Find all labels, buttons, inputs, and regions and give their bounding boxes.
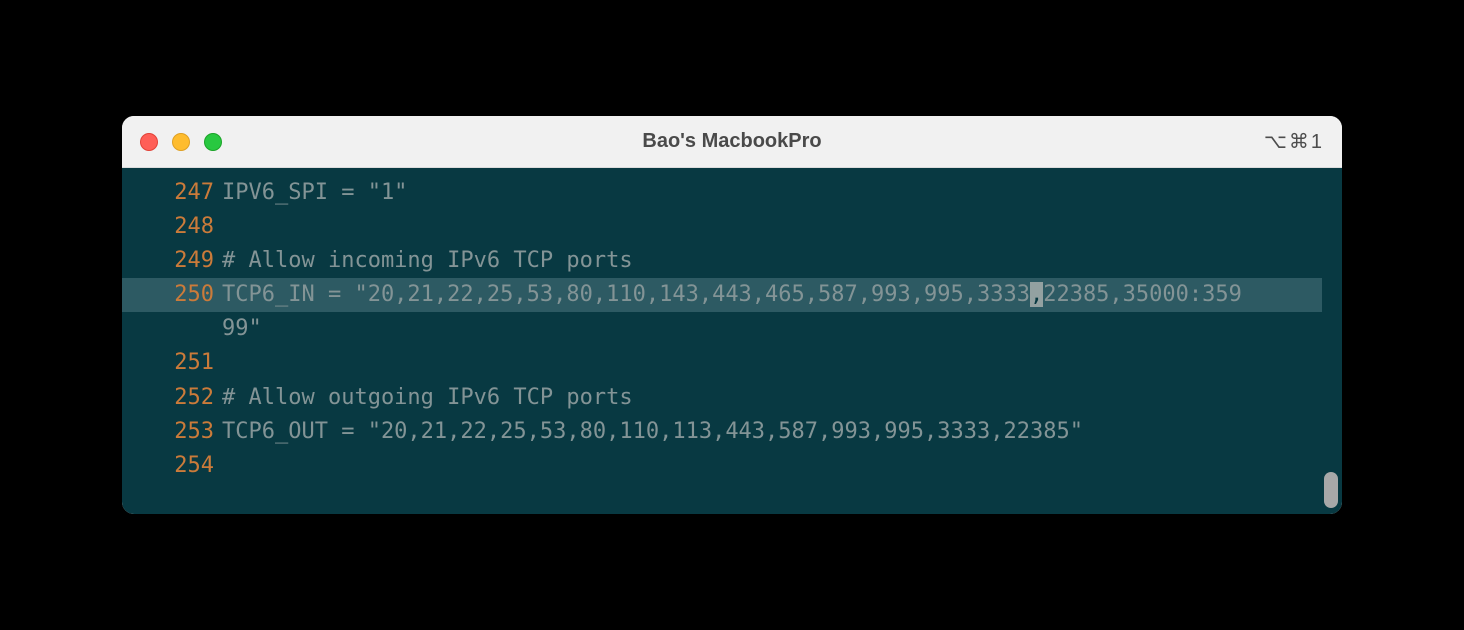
code-line-wrap: 99": [122, 312, 1322, 346]
code-text: # Allow outgoing IPv6 TCP ports: [222, 381, 1322, 415]
code-line: 252 # Allow outgoing IPv6 TCP ports: [122, 381, 1322, 415]
titlebar[interactable]: Bao's MacbookPro ⌥⌘1: [122, 116, 1342, 168]
code-text: [222, 346, 1322, 380]
line-number: 253: [122, 415, 222, 449]
code-text: IPV6_SPI = "1": [222, 176, 1322, 210]
code-line: 247 IPV6_SPI = "1": [122, 176, 1322, 210]
code-line-highlighted: 250 TCP6_IN = "20,21,22,25,53,80,110,143…: [122, 278, 1322, 312]
code-line: 251: [122, 346, 1322, 380]
line-number: 247: [122, 176, 222, 210]
traffic-lights: [122, 133, 222, 151]
minimize-button[interactable]: [172, 133, 190, 151]
line-number: [122, 312, 222, 346]
maximize-button[interactable]: [204, 133, 222, 151]
code-text: 99": [222, 312, 1322, 346]
line-number: 248: [122, 210, 222, 244]
keyboard-shortcut: ⌥⌘1: [1264, 129, 1324, 154]
line-number: 250: [122, 278, 222, 312]
cursor: ,: [1030, 282, 1043, 307]
code-segment: TCP6_IN = "20,21,22,25,53,80,110,143,443…: [222, 282, 1030, 307]
code-text: [222, 449, 1322, 483]
window-title: Bao's MacbookPro: [122, 130, 1342, 153]
line-number: 252: [122, 381, 222, 415]
line-number: 254: [122, 449, 222, 483]
code-line: 253 TCP6_OUT = "20,21,22,25,53,80,110,11…: [122, 415, 1322, 449]
close-button[interactable]: [140, 133, 158, 151]
code-content[interactable]: 247 IPV6_SPI = "1" 248 249 # Allow incom…: [122, 176, 1342, 483]
terminal-body[interactable]: 247 IPV6_SPI = "1" 248 249 # Allow incom…: [122, 168, 1342, 514]
code-text: TCP6_OUT = "20,21,22,25,53,80,110,113,44…: [222, 415, 1322, 449]
code-text: # Allow incoming IPv6 TCP ports: [222, 244, 1322, 278]
code-text: TCP6_IN = "20,21,22,25,53,80,110,143,443…: [222, 278, 1322, 312]
scrollbar-thumb[interactable]: [1324, 472, 1338, 508]
code-text: [222, 210, 1322, 244]
line-number: 251: [122, 346, 222, 380]
code-segment: 22385,35000:359: [1043, 282, 1242, 307]
line-number: 249: [122, 244, 222, 278]
terminal-window: Bao's MacbookPro ⌥⌘1 247 IPV6_SPI = "1" …: [122, 116, 1342, 514]
code-line: 249 # Allow incoming IPv6 TCP ports: [122, 244, 1322, 278]
code-line: 248: [122, 210, 1322, 244]
code-line: 254: [122, 449, 1322, 483]
